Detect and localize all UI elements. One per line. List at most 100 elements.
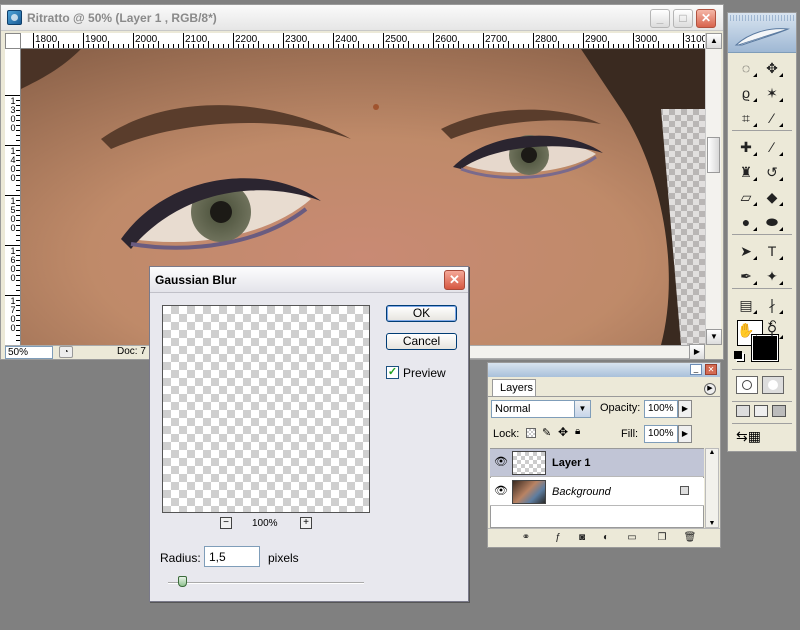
layer-style-icon[interactable]: ƒ bbox=[550, 531, 566, 545]
default-colors-icon[interactable] bbox=[734, 351, 742, 359]
history-brush-tool[interactable]: ↺ bbox=[760, 161, 784, 183]
quick-mask-icon[interactable] bbox=[762, 376, 784, 394]
brush-tool[interactable]: ∕ bbox=[760, 136, 784, 158]
ruler-minor-tick bbox=[363, 44, 364, 48]
vertical-scrollbar[interactable]: ▲ ▼ bbox=[705, 33, 722, 345]
eyedropper-tool[interactable]: ∤ bbox=[760, 294, 784, 316]
radius-slider-thumb[interactable] bbox=[178, 576, 187, 587]
status-menu-icon[interactable]: ◔ bbox=[59, 346, 73, 358]
zoom-tool[interactable]: ⚲ bbox=[760, 319, 784, 341]
layer-row-layer-1[interactable]: 👁︎ Layer 1 bbox=[490, 449, 704, 477]
toolbox-grip[interactable] bbox=[730, 15, 794, 21]
blur-preview[interactable] bbox=[162, 305, 370, 513]
magic-wand-tool[interactable]: ✶ bbox=[760, 82, 784, 104]
lock-pixels-icon[interactable]: ✎ bbox=[542, 426, 551, 439]
panel-minimize-button[interactable]: _ bbox=[690, 364, 702, 375]
shape-tool[interactable]: ✦ bbox=[760, 265, 784, 287]
ruler-minor-tick bbox=[428, 44, 429, 48]
gaussian-blur-dialog[interactable]: Gaussian Blur ✕ − 100% + OK Cancel ✓ Pre… bbox=[149, 266, 469, 602]
clone-stamp-tool[interactable]: ♜ bbox=[734, 161, 758, 183]
toolbox-panel[interactable]: ↶ ⇆▦ ◌ ✥ ϱ ✶ ⌗ ⁄ ✚ ∕ ♜ ↺ ▱ ◆ ● ⬬ ➤ T ✒ ✦ ▤ ∤ ✋ ⚲ bbox=[727, 12, 797, 452]
standard-screen-icon[interactable] bbox=[736, 405, 750, 417]
ruler-minor-tick bbox=[603, 44, 604, 48]
fill-slider-button[interactable]: ▶ bbox=[678, 425, 692, 443]
lasso-tool[interactable]: ϱ bbox=[734, 82, 758, 104]
lock-transparency-icon[interactable] bbox=[526, 428, 536, 438]
full-screen-icon[interactable] bbox=[772, 405, 786, 417]
document-title-bar[interactable]: Ritratto @ 50% (Layer 1 , RGB/8*) _ □ ✕ bbox=[1, 5, 723, 31]
dodge-tool[interactable]: ⬬ bbox=[760, 211, 784, 233]
visibility-eye-icon[interactable]: 👁︎ bbox=[493, 455, 509, 469]
marquee-tool[interactable]: ◌ bbox=[734, 57, 758, 79]
ruler-minor-tick bbox=[523, 44, 524, 48]
ruler-minor-tick bbox=[16, 110, 20, 111]
path-selection-tool[interactable]: ➤ bbox=[734, 240, 758, 262]
jump-to-imageready-icon[interactable]: ⇆▦ bbox=[736, 427, 786, 445]
layer-mask-icon[interactable]: ◙ bbox=[574, 531, 590, 545]
maximize-button[interactable]: □ bbox=[673, 9, 693, 28]
layers-scrollbar[interactable]: ▲ ▼ bbox=[705, 448, 719, 528]
type-tool[interactable]: T bbox=[760, 240, 784, 262]
layer-row-background[interactable]: 👁︎ Background bbox=[490, 478, 704, 506]
toolbox-header[interactable] bbox=[728, 13, 796, 53]
ruler-origin[interactable] bbox=[5, 33, 21, 49]
ruler-minor-tick bbox=[123, 44, 124, 48]
layer-lock-icon bbox=[680, 486, 689, 495]
scroll-down-button[interactable]: ▼ bbox=[706, 329, 722, 345]
dialog-close-button[interactable]: ✕ bbox=[444, 270, 465, 290]
move-tool[interactable]: ✥ bbox=[760, 57, 784, 79]
visibility-eye-icon[interactable]: 👁︎ bbox=[493, 484, 509, 498]
trash-icon[interactable]: 🗑︎ bbox=[682, 531, 698, 545]
eraser-tool[interactable]: ▱ bbox=[734, 186, 758, 208]
preview-checkbox[interactable]: ✓ bbox=[386, 366, 399, 379]
zoom-level-field[interactable]: 50% bbox=[5, 346, 53, 359]
toolbox-separator bbox=[732, 288, 792, 289]
crop-tool[interactable]: ⌗ bbox=[734, 107, 758, 129]
blur-tool[interactable]: ● bbox=[734, 211, 758, 233]
tab-layers[interactable]: Layers bbox=[492, 379, 536, 397]
scroll-up-button[interactable]: ▲ bbox=[706, 33, 722, 49]
opacity-input[interactable]: 100% bbox=[644, 400, 678, 418]
healing-brush-tool[interactable]: ✚ bbox=[734, 136, 758, 158]
pen-tool[interactable]: ✒ bbox=[734, 265, 758, 287]
notes-tool[interactable]: ▤ bbox=[734, 294, 758, 316]
feather-logo-icon[interactable] bbox=[734, 25, 790, 49]
ruler-vertical[interactable]: 13001400150016001700 bbox=[5, 49, 21, 345]
layers-panel-titlebar[interactable]: _ ✕ bbox=[488, 363, 720, 377]
cancel-button[interactable]: Cancel bbox=[386, 333, 457, 350]
blend-mode-select[interactable]: Normal ▼ bbox=[491, 400, 591, 418]
new-layer-icon[interactable]: ❐ bbox=[654, 531, 670, 545]
radius-slider-track[interactable] bbox=[168, 582, 364, 584]
hand-tool[interactable]: ✋ bbox=[734, 319, 758, 341]
vertical-scroll-thumb[interactable] bbox=[707, 137, 720, 173]
minimize-button[interactable]: _ bbox=[650, 9, 670, 28]
full-screen-menu-icon[interactable] bbox=[754, 405, 768, 417]
paint-bucket-tool[interactable]: ◆ bbox=[760, 186, 784, 208]
zoom-in-button[interactable]: + bbox=[300, 517, 312, 529]
lock-position-icon[interactable]: ✥ bbox=[558, 425, 568, 439]
adjustment-layer-icon[interactable]: ◐ bbox=[598, 531, 614, 545]
horizontal-scrollbar[interactable]: ▶ bbox=[469, 344, 705, 360]
layers-panel[interactable]: _ ✕ Layers ▶ Normal ▼ Opacity: 100% ▶ Lo… bbox=[487, 362, 721, 548]
slice-tool[interactable]: ⁄ bbox=[760, 107, 784, 129]
opacity-slider-button[interactable]: ▶ bbox=[678, 400, 692, 418]
ruler-horizontal[interactable]: 1800 1900 2000 2100 2200 2300 2400 2500 2600 2700… bbox=[21, 33, 705, 49]
chevron-down-icon[interactable]: ▼ bbox=[574, 401, 590, 417]
close-button[interactable]: ✕ bbox=[696, 9, 716, 28]
link-icon[interactable]: ⚭ bbox=[518, 531, 534, 545]
panel-close-button[interactable]: ✕ bbox=[705, 364, 717, 375]
document-info[interactable]: Doc: 7 bbox=[117, 346, 146, 357]
radius-input[interactable] bbox=[204, 546, 260, 567]
new-group-icon[interactable]: ▭ bbox=[624, 531, 640, 545]
fill-input[interactable]: 100% bbox=[644, 425, 678, 443]
standard-mode-icon[interactable] bbox=[736, 376, 758, 394]
zoom-out-button[interactable]: − bbox=[220, 517, 232, 529]
scroll-right-button[interactable]: ▶ bbox=[689, 344, 705, 360]
ruler-minor-tick bbox=[108, 41, 109, 48]
ruler-minor-tick bbox=[703, 44, 704, 48]
lock-all-icon[interactable]: 🔒︎ bbox=[575, 426, 580, 437]
ok-button[interactable]: OK bbox=[386, 305, 457, 322]
ruler-minor-tick bbox=[678, 44, 679, 48]
panel-menu-button[interactable]: ▶ bbox=[704, 383, 716, 395]
dialog-title-bar[interactable]: Gaussian Blur ✕ bbox=[150, 267, 468, 293]
